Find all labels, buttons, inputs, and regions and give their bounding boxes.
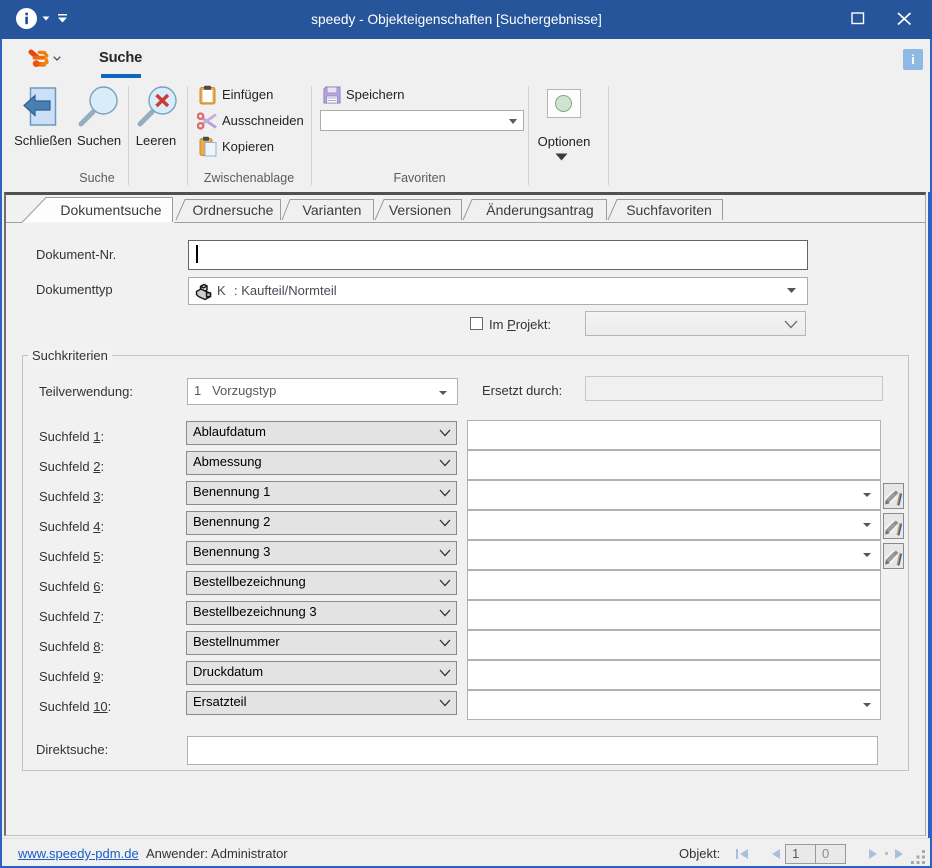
svg-text:Ordnersuche: Ordnersuche <box>193 202 274 218</box>
svg-text:Varianten: Varianten <box>303 202 362 218</box>
svg-text:Suchfavoriten: Suchfavoriten <box>626 202 712 218</box>
svg-text:Dokumentsuche: Dokumentsuche <box>60 202 161 218</box>
svg-text:Änderungsantrag: Änderungsantrag <box>486 202 593 218</box>
svg-text:Versionen: Versionen <box>389 202 451 218</box>
